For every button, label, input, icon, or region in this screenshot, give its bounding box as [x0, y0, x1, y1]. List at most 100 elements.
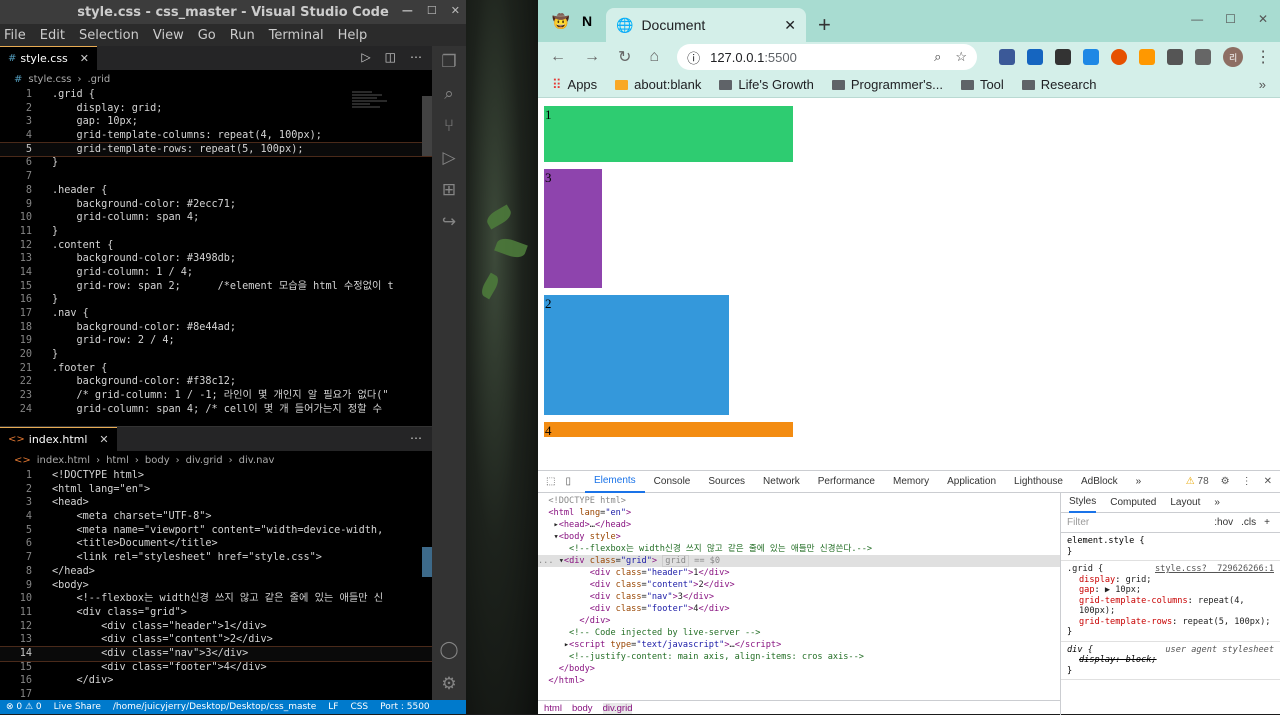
scrollbar-thumb[interactable] [422, 547, 432, 577]
tab-adblock[interactable]: AdBlock [1072, 471, 1127, 493]
div-user-agent-rule[interactable]: div {user agent stylesheet display: bloc… [1061, 642, 1280, 680]
code-line[interactable]: 5 <meta name="viewport" content="width=d… [0, 524, 432, 538]
avatar[interactable]: 리 [1223, 47, 1244, 67]
extension-icon[interactable] [999, 49, 1016, 65]
code-line[interactable]: 9 <body> [0, 579, 432, 593]
address-bar[interactable]: ⓘ 127.0.0.1:5500 ⌕ ☆ [677, 44, 978, 70]
info-icon[interactable]: ⓘ [687, 48, 700, 67]
code-line[interactable]: 7 <link rel="stylesheet" href="style.css… [0, 551, 432, 565]
device-toolbar-icon[interactable]: ▯ [565, 476, 571, 487]
dom-node[interactable]: ▸<head>…</head> [538, 519, 1060, 531]
breadcrumb-selector[interactable]: .grid [87, 74, 110, 85]
tab-computed[interactable]: Computed [1110, 497, 1156, 508]
search-icon[interactable]: ⌕ [444, 84, 454, 104]
menu-view[interactable]: View [153, 28, 184, 43]
scrollbar-thumb[interactable] [422, 96, 432, 156]
warnings-badge[interactable]: ⚠ 78 [1186, 476, 1209, 487]
extension-icon[interactable] [1027, 49, 1044, 65]
code-line[interactable]: 8 .header { [0, 184, 432, 198]
settings-gear-icon[interactable]: ⚙ [441, 674, 456, 694]
grid-style-rule[interactable]: .grid {style.css? _729626266:1 display: … [1061, 561, 1280, 642]
more-bookmarks-icon[interactable]: » [1259, 77, 1266, 92]
menu-terminal[interactable]: Terminal [269, 28, 324, 43]
tab-document[interactable]: 🌐 Document ✕ [606, 8, 806, 42]
maximize-icon[interactable]: ☐ [1225, 12, 1236, 26]
port-status[interactable]: Port : 5500 [380, 702, 430, 712]
back-icon[interactable]: ← [550, 48, 566, 66]
code-line[interactable]: 14 <div class="nav">3</div> [0, 645, 433, 662]
dom-node[interactable]: <div class="nav">3</div> [538, 591, 1060, 603]
html-code-editor[interactable]: 1 <!DOCTYPE html> 2 <html lang="en"> 3 <head>… [0, 469, 433, 702]
css-code-editor[interactable]: 1 .grid {2 display: grid; 3 gap: 10px; 4 gr… [0, 88, 433, 417]
code-line[interactable]: 13 <div class="content">2</div> [0, 633, 432, 647]
bookmark-folder-programmers[interactable]: Programmer's... [831, 77, 943, 92]
dom-node[interactable]: <div class="header">1</div> [538, 567, 1060, 579]
search-icon[interactable]: ⌕ [934, 49, 941, 65]
style-property[interactable]: gap: ▶ 10px; [1067, 585, 1274, 596]
crumb-body[interactable]: body [572, 703, 593, 714]
bookmark-about-blank[interactable]: about:blank [615, 77, 701, 92]
code-line[interactable]: 3 <head> [0, 496, 432, 510]
kebab-menu-icon[interactable]: ⋮ [1242, 476, 1252, 487]
dom-node[interactable]: </body> [538, 663, 1060, 675]
tab-sources[interactable]: Sources [699, 471, 754, 493]
crumb-html[interactable]: html [544, 703, 562, 714]
code-line[interactable]: 11} [0, 225, 432, 239]
code-line[interactable]: 13 background-color: #3498db; [0, 252, 432, 266]
tab-index-html[interactable]: <> index.html ✕ [0, 427, 117, 451]
explorer-icon[interactable]: ❐ [441, 52, 456, 72]
source-control-icon[interactable]: ⑂ [444, 116, 454, 136]
code-line[interactable]: 7 [0, 170, 432, 184]
tab-elements[interactable]: Elements [584, 471, 645, 493]
breadcrumb-body[interactable]: body [145, 455, 170, 466]
dom-node[interactable]: <html lang="en"> [538, 507, 1060, 519]
menu-edit[interactable]: Edit [40, 28, 65, 43]
code-line[interactable]: 15 grid-row: span 2; /*element 모습을 html … [0, 280, 432, 294]
bookmark-apps[interactable]: ⠿ Apps [552, 77, 597, 93]
breadcrumb-div-grid[interactable]: div.grid [186, 455, 223, 466]
tab-network[interactable]: Network [754, 471, 809, 493]
dom-node[interactable]: <!-- Code injected by live-server --> [538, 627, 1060, 639]
code-line[interactable]: 8 </head> [0, 565, 432, 579]
bookmark-folder-lifes-growth[interactable]: Life's Growth [719, 77, 814, 92]
code-line[interactable]: 4 grid-template-columns: repeat(4, 100px… [0, 129, 432, 143]
code-line[interactable]: 1 <!DOCTYPE html> [0, 469, 432, 483]
code-line[interactable]: 23 /* grid-column: 1 / -1; 라인이 몇 개인지 알 필… [0, 389, 432, 403]
forward-icon[interactable]: → [584, 48, 600, 66]
minimize-icon[interactable]: — [1191, 12, 1203, 26]
dom-node[interactable]: </html> [538, 675, 1060, 687]
extensions-icon[interactable]: ⊞ [442, 180, 456, 200]
styles-filter-input[interactable]: Filter :hov .cls + [1061, 513, 1280, 533]
settings-gear-icon[interactable]: ⚙ [1221, 476, 1230, 487]
crumb-div-grid[interactable]: div.grid [602, 702, 633, 714]
code-line[interactable]: 12 .content { [0, 239, 432, 253]
dom-node[interactable]: <!--justify-content: main axis, align-it… [538, 651, 1060, 663]
close-tab-icon[interactable]: ✕ [99, 433, 108, 446]
style-property[interactable]: grid-template-rows: repeat(5, 100px); [1067, 617, 1274, 628]
dom-node[interactable]: <!DOCTYPE html> [538, 495, 1060, 507]
more-actions-icon[interactable]: ⋯ [410, 50, 422, 64]
maximize-icon[interactable]: ☐ [427, 4, 437, 17]
more-tabs-icon[interactable]: » [1127, 471, 1151, 493]
code-line[interactable]: 15 <div class="footer">4</div> [0, 661, 432, 675]
close-devtools-icon[interactable]: ✕ [1264, 476, 1272, 487]
close-icon[interactable]: ✕ [1258, 12, 1268, 26]
run-debug-icon[interactable]: ▷ [442, 148, 455, 168]
extension-icon[interactable] [1055, 49, 1072, 65]
tab-lighthouse[interactable]: Lighthouse [1005, 471, 1072, 493]
bookmark-folder-tool[interactable]: Tool [960, 77, 1004, 92]
code-line[interactable]: 6 <title>Document</title> [0, 537, 432, 551]
code-line[interactable]: 16} [0, 293, 432, 307]
dom-node-selected[interactable]: ... ▾<div class="grid"> grid == $0 [538, 555, 1060, 567]
bookmark-folder-research[interactable]: Research [1021, 77, 1096, 92]
breadcrumb-file[interactable]: style.css [28, 74, 71, 85]
code-line[interactable]: 24 grid-column: span 4; /* cell이 몇 개 들어가… [0, 403, 432, 417]
code-line[interactable]: 19 grid-row: 2 / 4; [0, 334, 432, 348]
menu-selection[interactable]: Selection [79, 28, 139, 43]
rule-source-link[interactable]: style.css? _729626266:1 [1155, 564, 1274, 575]
puzzle-extensions-icon[interactable] [1167, 49, 1184, 65]
code-line[interactable]: 4 <meta charset="UTF-8"> [0, 510, 432, 524]
tab-style-css[interactable]: # style.css ✕ [0, 46, 97, 70]
code-line[interactable]: 11 <div class="grid"> [0, 606, 432, 620]
dom-node[interactable]: ▸<script type="text/javascript">…</scrip… [538, 639, 1060, 651]
